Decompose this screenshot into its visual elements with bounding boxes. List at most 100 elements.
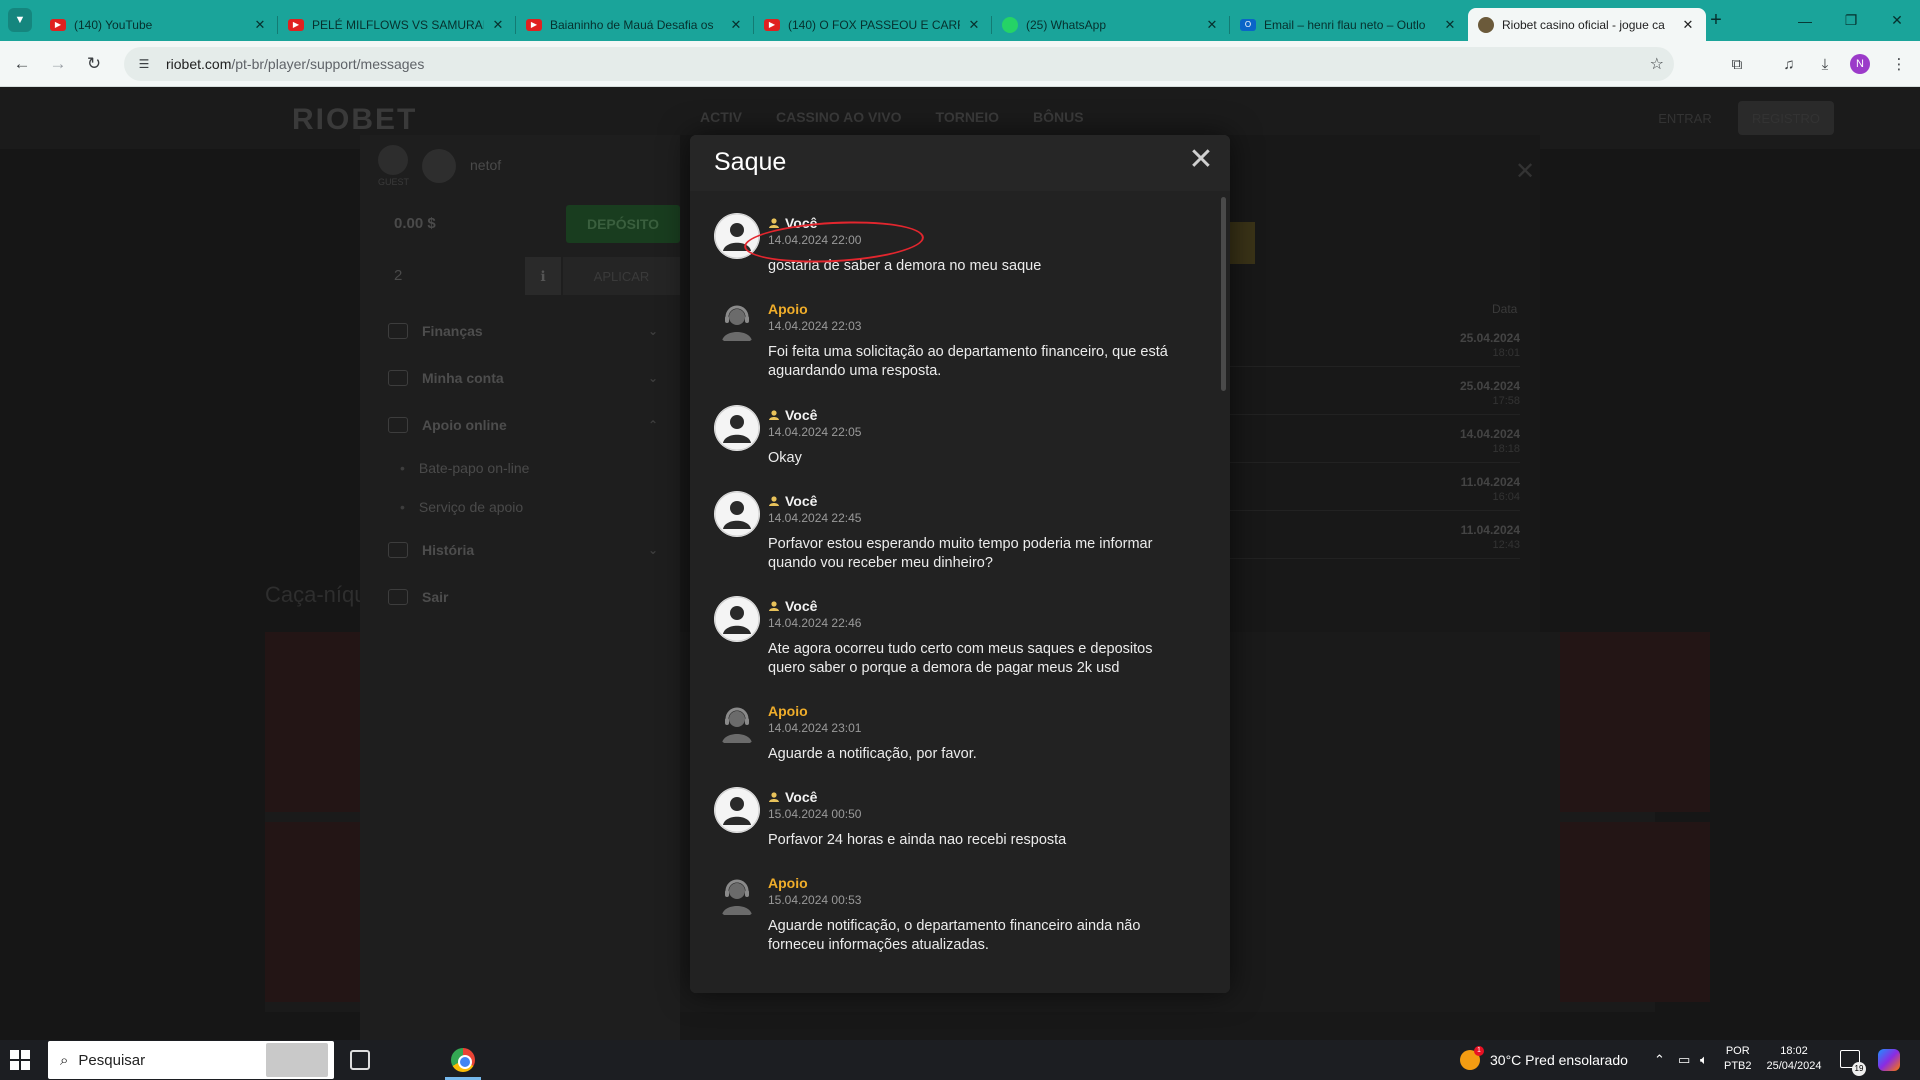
message-text: gostaria de saber a demora no meu saque [768, 258, 1042, 274]
menu-item-historia[interactable]: História ⌄ [388, 526, 658, 573]
search-icon: ⌕ [60, 1051, 69, 1069]
game-thumbnail[interactable] [1560, 632, 1710, 812]
task-view-icon[interactable] [350, 1050, 370, 1070]
message-content: Você 14.04.2024 22:00 gostaria de saber a … [768, 215, 1188, 276]
site-logo[interactable]: RIOBET [292, 103, 417, 137]
taskbar-app-chrome[interactable] [437, 1040, 489, 1080]
nav-item[interactable]: CASSINO AO VIVO [776, 109, 902, 125]
tab-title: (25) WhatsApp [1026, 17, 1107, 32]
tab-search-button[interactable]: ▼ [8, 8, 32, 32]
scrollbar-thumb[interactable] [1221, 197, 1226, 391]
media-controls-icon[interactable]: ♫ [1776, 51, 1802, 77]
close-tab-icon[interactable]: ✕ [728, 17, 744, 33]
windows-start-button[interactable] [10, 1050, 30, 1070]
minimize-button[interactable]: — [1782, 0, 1828, 41]
outlook-icon: O [1240, 18, 1256, 31]
browser-tab[interactable]: ▶ Baianinho de Mauá Desafia os ✕ [516, 8, 754, 41]
message-content: Apoio 15.04.2024 00:53 Aguarde notificação… [768, 875, 1188, 955]
close-tab-icon[interactable]: ✕ [252, 17, 268, 33]
browser-tab[interactable]: O Email – henri flau neto – Outlo ✕ [1230, 8, 1468, 41]
site-settings-icon[interactable]: ☰ [134, 54, 154, 74]
message-content: Você 14.04.2024 22:45 Porfavor estou esper… [768, 493, 1188, 573]
search-placeholder: Pesquisar [78, 1051, 146, 1069]
close-window-button[interactable]: ✕ [1874, 0, 1920, 41]
network-icon[interactable]: ▭ [1678, 1040, 1690, 1080]
volume-icon[interactable]: 🔈︎ [1700, 1040, 1708, 1080]
browser-tab[interactable]: (25) WhatsApp ✕ [992, 8, 1230, 41]
message-author: Apoio [768, 301, 808, 317]
close-icon[interactable]: ✕ [1515, 157, 1535, 186]
extensions-icon[interactable]: ⧉ [1724, 51, 1750, 77]
menu-kebab-icon[interactable]: ⋮ [1886, 51, 1912, 77]
message-timestamp: 14.04.2024 22:05 [768, 425, 862, 439]
game-thumbnail[interactable] [1560, 822, 1710, 1002]
close-tab-icon[interactable]: ✕ [490, 17, 506, 33]
submenu-item-chat[interactable]: Bate-papo on-line [388, 448, 658, 487]
taskbar-app-pinned[interactable] [385, 1040, 437, 1080]
tray-chevron-up-icon[interactable]: ⌃ [1654, 1040, 1665, 1080]
nav-item[interactable]: TORNEIO [936, 109, 1000, 125]
message-list[interactable]: Você 14.04.2024 22:00 gostaria de saber a … [690, 191, 1230, 993]
register-button[interactable]: REGISTRO [1738, 101, 1834, 135]
nav-item[interactable]: ACTIV [700, 109, 742, 125]
menu-item-sair[interactable]: Sair [388, 573, 658, 620]
sun-icon: 1 [1460, 1046, 1484, 1070]
close-tab-icon[interactable]: ✕ [1680, 17, 1696, 33]
user-avatar [714, 596, 760, 642]
browser-tab[interactable]: ▶ (140) O FOX PASSEOU E CARRE ✕ [754, 8, 992, 41]
tab-title: (140) YouTube [74, 17, 153, 32]
browser-tab-active[interactable]: Riobet casino oficial - jogue ca ✕ [1468, 8, 1706, 41]
reload-button[interactable]: ↻ [80, 50, 108, 78]
message-timestamp: 15.04.2024 00:53 [768, 893, 862, 907]
restore-button[interactable]: ❐ [1828, 0, 1874, 41]
account-side-panel: GUEST netof 0.00 $ DEPÓSITO 2 ℹ APLICAR … [360, 135, 680, 1040]
bookmark-star-icon[interactable]: ☆ [1650, 54, 1664, 74]
message-timestamp: 14.04.2024 22:03 [768, 319, 862, 333]
reload-icon: ↻ [86, 54, 102, 73]
user-avatar [714, 213, 760, 259]
column-header-date: Data [1492, 302, 1518, 316]
youtube-icon: ▶ [526, 18, 542, 31]
menu-item-apoio-online[interactable]: Apoio online ⌃ [388, 401, 658, 448]
arrow-left-icon: ← [13, 54, 31, 73]
forward-button[interactable]: → [44, 50, 72, 78]
user-avatar [714, 491, 760, 537]
top-nav: ACTIV CASSINO AO VIVO TORNEIO BÔNUS [700, 109, 1084, 125]
browser-tab[interactable]: ▶ PELÉ MILFLOWS VS SAMURAI | ✕ [278, 8, 516, 41]
close-tab-icon[interactable]: ✕ [1204, 17, 1220, 33]
search-highlight-image [266, 1043, 328, 1077]
clock[interactable]: 18:02 25/04/2024 [1762, 1044, 1826, 1074]
user-icon [769, 792, 779, 802]
address-bar[interactable]: ☰ riobet.com/pt-br/player/support/messag… [124, 47, 1674, 81]
close-tab-icon[interactable]: ✕ [966, 17, 982, 33]
apply-button[interactable]: APLICAR [563, 257, 680, 295]
table-row: 11.04.2024 16:04 [1200, 471, 1520, 511]
message-author: Apoio [768, 875, 808, 891]
taskbar-search-box[interactable]: ⌕ Pesquisar [48, 1041, 334, 1079]
nav-item[interactable]: BÔNUS [1033, 109, 1084, 125]
message-timestamp: 14.04.2024 23:01 [768, 721, 862, 735]
weather-widget[interactable]: 1 30°C Pred ensolarado [1460, 1040, 1628, 1080]
close-modal-button[interactable]: ✕ [1186, 145, 1216, 175]
table-row: 11.04.2024 12:43 [1200, 519, 1520, 559]
download-icon[interactable]: ⤓ [1812, 51, 1838, 77]
message-content: Você 15.04.2024 00:50 Porfavor 24 horas e … [768, 789, 1188, 850]
language-indicator[interactable]: POR PTB2 [1724, 1044, 1752, 1074]
message-timestamp: 14.04.2024 22:46 [768, 616, 862, 630]
browser-tab[interactable]: ▶ (140) YouTube ✕ [40, 8, 278, 41]
user-icon [769, 218, 779, 228]
tab-title: (140) O FOX PASSEOU E CARRE [788, 17, 960, 32]
copilot-icon[interactable] [1878, 1049, 1900, 1071]
submenu-item-support[interactable]: Serviço de apoio [388, 487, 658, 526]
back-button[interactable]: ← [8, 50, 36, 78]
login-button[interactable]: ENTRAR [1650, 101, 1720, 135]
menu-item-financas[interactable]: Finanças ⌄ [388, 307, 658, 354]
balance[interactable]: 0.00 $ [394, 215, 436, 232]
new-tab-button[interactable]: + [1704, 8, 1728, 32]
close-tab-icon[interactable]: ✕ [1442, 17, 1458, 33]
deposit-button[interactable]: DEPÓSITO [566, 205, 680, 243]
info-icon[interactable]: ℹ [525, 257, 561, 295]
menu-item-minha-conta[interactable]: Minha conta ⌄ [388, 354, 658, 401]
user-avatar [714, 405, 760, 451]
profile-avatar[interactable]: N [1850, 54, 1870, 74]
